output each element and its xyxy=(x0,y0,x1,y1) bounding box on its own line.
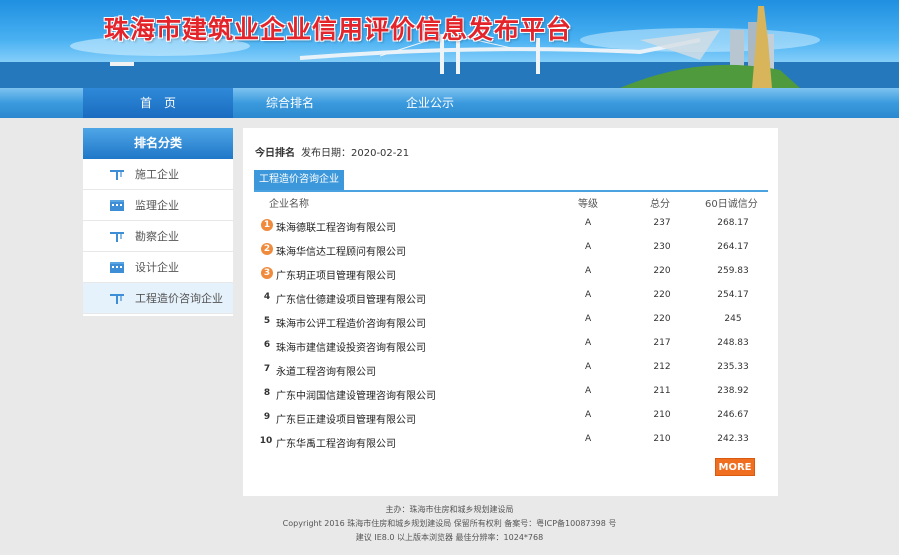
building-icon xyxy=(110,200,124,211)
rank-number: 10 xyxy=(259,436,273,446)
publish-date: 发布日期：2020-02-21 xyxy=(301,148,410,159)
credit-value: 268.17 xyxy=(717,218,749,228)
site-title: 珠海市建筑业企业信用评价信息发布平台 xyxy=(104,15,573,44)
credit-value: 264.17 xyxy=(717,242,749,252)
company-name-link[interactable]: 广东玥正项目管理有限公司 xyxy=(276,267,396,282)
score-value: 237 xyxy=(653,218,671,228)
rank-number: 5 xyxy=(263,316,271,326)
rank-number: 4 xyxy=(263,292,271,302)
grade-value: A xyxy=(585,434,592,444)
main-nav: 首 页 综合排名 企业公示 xyxy=(0,88,899,118)
table-row: 3 广东玥正项目管理有限公司 A 220 259.83 xyxy=(243,261,778,285)
crane-icon xyxy=(110,294,124,304)
tab-underline xyxy=(254,190,768,192)
score-value: 230 xyxy=(653,242,671,252)
grade-value: A xyxy=(585,242,592,252)
crane-icon xyxy=(110,232,124,242)
sidebar-item-design[interactable]: 设计企业 xyxy=(83,252,233,283)
grade-value: A xyxy=(585,362,592,372)
ranking-panel: 今日排名 发布日期：2020-02-21 工程造价咨询企业 企业名称 等级 总分 … xyxy=(243,128,778,496)
credit-value: 248.83 xyxy=(717,338,749,348)
rank-number: 7 xyxy=(263,364,271,374)
credit-value: 246.67 xyxy=(717,410,749,420)
score-value: 211 xyxy=(653,386,671,396)
sidebar-item-label: 监理企业 xyxy=(135,199,179,212)
grade-value: A xyxy=(585,290,592,300)
score-value: 220 xyxy=(653,314,671,324)
score-value: 220 xyxy=(653,290,671,300)
company-name-link[interactable]: 广东中润国信建设管理咨询有限公司 xyxy=(276,387,436,402)
rank-medal: 1 xyxy=(261,219,273,231)
footer-host: 主办：珠海市住房和城乡规划建设局 xyxy=(385,505,514,514)
rank-number: 6 xyxy=(263,340,271,350)
table-row: 1 珠海德联工程咨询有限公司 A 237 268.17 xyxy=(243,213,778,237)
grade-value: A xyxy=(585,410,592,420)
table-row: 5 珠海市公评工程造价咨询有限公司 A 220 245 xyxy=(243,309,778,333)
column-header-name: 企业名称 xyxy=(269,199,309,210)
company-name-link[interactable]: 广东华禹工程咨询有限公司 xyxy=(276,435,396,450)
grade-value: A xyxy=(585,266,592,276)
rank-number: 8 xyxy=(263,388,271,398)
sidebar-item-label: 勘察企业 xyxy=(135,230,179,243)
sidebar-item-label: 设计企业 xyxy=(135,261,179,274)
category-sidebar: 排名分类 施工企业 监理企业 勘察企业 设计企业 工程造价咨询企业 xyxy=(83,128,233,316)
credit-value: 259.83 xyxy=(717,266,749,276)
column-header-grade: 等级 xyxy=(578,199,598,210)
column-header-score: 总分 xyxy=(650,199,670,210)
grade-value: A xyxy=(585,218,592,228)
table-row: 8 广东中润国信建设管理咨询有限公司 A 211 238.92 xyxy=(243,381,778,405)
grade-value: A xyxy=(585,338,592,348)
company-name-link[interactable]: 珠海德联工程咨询有限公司 xyxy=(276,219,396,234)
table-row: 9 广东巨正建设项目管理有限公司 A 210 246.67 xyxy=(243,405,778,429)
header-banner: 珠海市建筑业企业信用评价信息发布平台 xyxy=(0,0,899,88)
ranking-date-line: 今日排名 发布日期：2020-02-21 xyxy=(255,144,409,159)
table-row: 7 永道工程咨询有限公司 A 212 235.33 xyxy=(243,357,778,381)
company-name-link[interactable]: 珠海市公评工程造价咨询有限公司 xyxy=(276,315,426,330)
sidebar-item-label: 施工企业 xyxy=(135,168,179,181)
company-name-link[interactable]: 广东信仕德建设项目管理有限公司 xyxy=(276,291,426,306)
credit-value: 242.33 xyxy=(717,434,749,444)
sidebar-item-supervision[interactable]: 监理企业 xyxy=(83,190,233,221)
sidebar-heading: 排名分类 xyxy=(83,128,233,159)
score-value: 210 xyxy=(653,410,671,420)
table-row: 4 广东信仕德建设项目管理有限公司 A 220 254.17 xyxy=(243,285,778,309)
score-value: 217 xyxy=(653,338,671,348)
rank-medal: 3 xyxy=(261,267,273,279)
table-row: 10 广东华禹工程咨询有限公司 A 210 242.33 xyxy=(243,429,778,453)
more-button[interactable]: MORE xyxy=(715,458,755,476)
nav-ranking[interactable]: 综合排名 xyxy=(240,88,340,118)
today-ranking-label: 今日排名 xyxy=(255,148,295,159)
table-row: 6 珠海市建信建设投资咨询有限公司 A 217 248.83 xyxy=(243,333,778,357)
tab-cost-consulting[interactable]: 工程造价咨询企业 xyxy=(254,170,344,190)
sidebar-item-construction[interactable]: 施工企业 xyxy=(83,159,233,190)
credit-value: 254.17 xyxy=(717,290,749,300)
company-name-link[interactable]: 广东巨正建设项目管理有限公司 xyxy=(276,411,416,426)
footer-browser-note: 建议 IE8.0 以上版本浏览器 最佳分辨率：1024*768 xyxy=(355,533,544,542)
score-value: 212 xyxy=(653,362,671,372)
grade-value: A xyxy=(585,314,592,324)
sidebar-item-label: 工程造价咨询企业 xyxy=(135,292,223,305)
credit-value: 245 xyxy=(724,314,742,324)
building-icon xyxy=(110,262,124,273)
company-name-link[interactable]: 珠海华信达工程顾问有限公司 xyxy=(276,243,406,258)
sidebar-item-cost-consulting[interactable]: 工程造价咨询企业 xyxy=(83,283,233,314)
nav-home[interactable]: 首 页 xyxy=(83,88,233,118)
rank-medal: 2 xyxy=(261,243,273,255)
company-name-link[interactable]: 永道工程咨询有限公司 xyxy=(276,363,376,378)
credit-value: 235.33 xyxy=(717,362,749,372)
crane-icon xyxy=(110,170,124,180)
grade-value: A xyxy=(585,386,592,396)
score-value: 210 xyxy=(653,434,671,444)
score-value: 220 xyxy=(653,266,671,276)
site-footer: 主办：珠海市住房和城乡规划建设局 Copyright 2016 珠海市住房和城乡… xyxy=(0,503,899,545)
sidebar-item-survey[interactable]: 勘察企业 xyxy=(83,221,233,252)
nav-publicity[interactable]: 企业公示 xyxy=(380,88,480,118)
credit-value: 238.92 xyxy=(717,386,749,396)
company-name-link[interactable]: 珠海市建信建设投资咨询有限公司 xyxy=(276,339,426,354)
column-header-credit: 60日诚信分 xyxy=(705,199,758,210)
rank-number: 9 xyxy=(263,412,271,422)
footer-copyright: Copyright 2016 珠海市住房和城乡规划建设局 保留所有权利 备案号：… xyxy=(282,519,617,528)
table-row: 2 珠海华信达工程顾问有限公司 A 230 264.17 xyxy=(243,237,778,261)
